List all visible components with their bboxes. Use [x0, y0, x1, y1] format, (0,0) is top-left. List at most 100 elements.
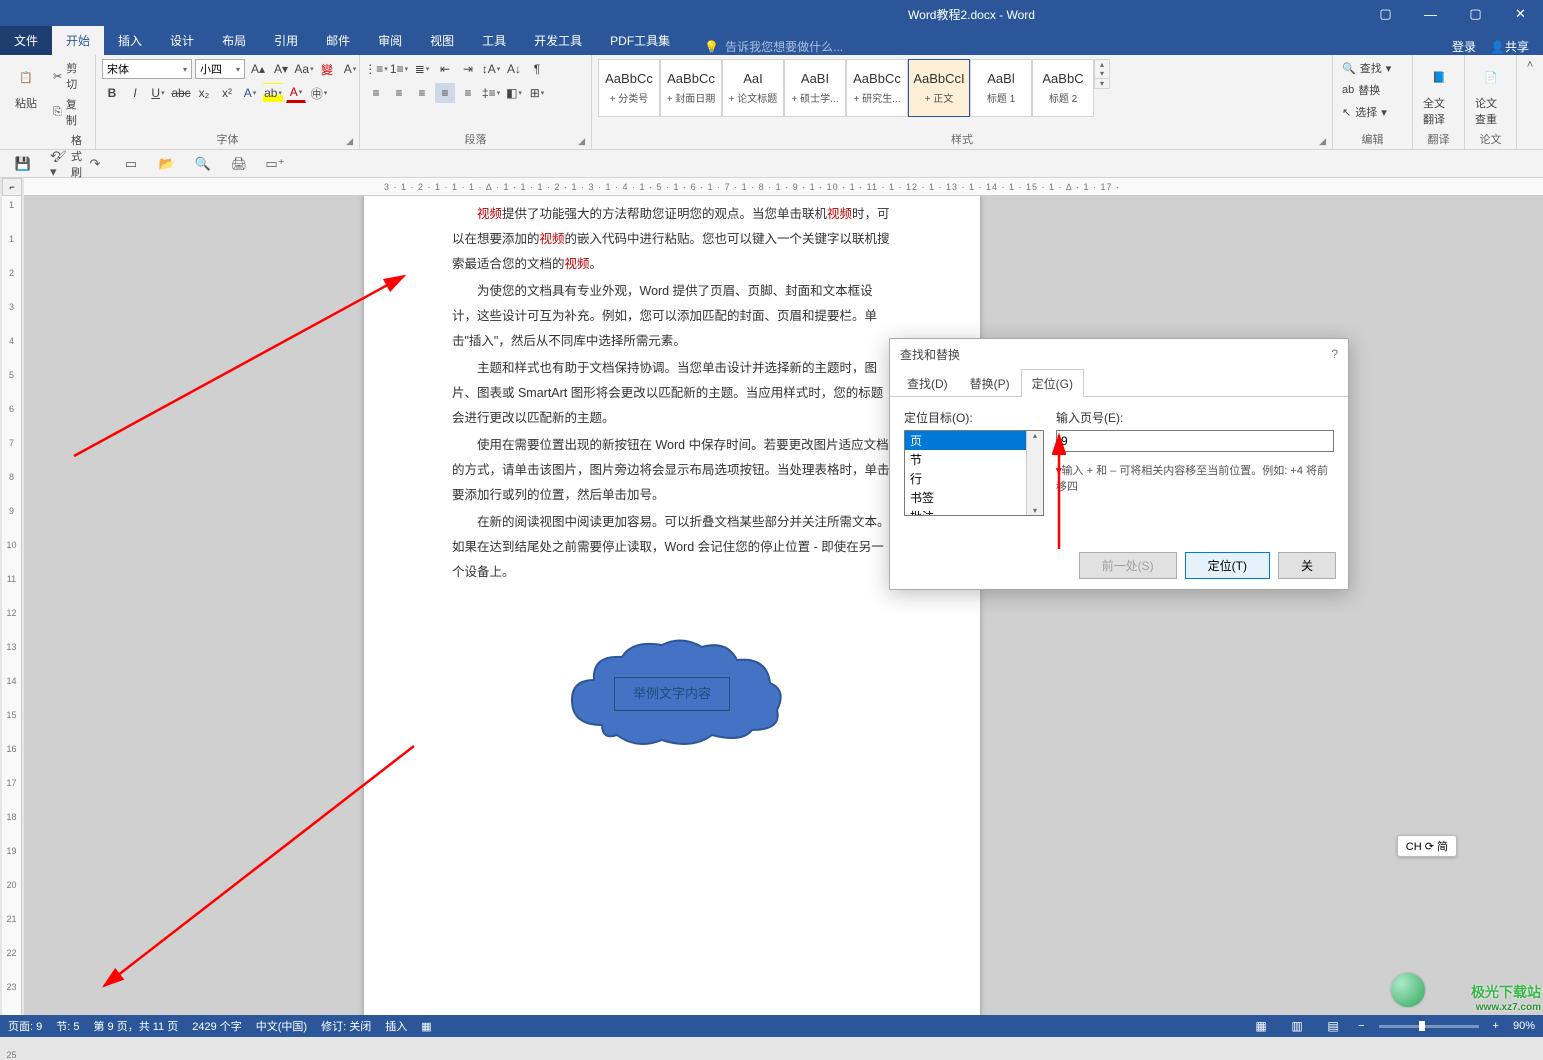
style-item[interactable]: AaBbCc+ 分类号 [598, 59, 660, 117]
dialog-tab-find[interactable]: 查找(D) [896, 369, 959, 397]
share-button[interactable]: 👤共享 [1490, 38, 1529, 55]
paragraph-4[interactable]: 使用在需要位置出现的新按钮在 Word 中保存时间。若要更改图片适应文档的方式，… [452, 433, 892, 508]
select-button[interactable]: ↖选择 ▾ [1339, 103, 1390, 121]
paste-button[interactable]: 📋 粘贴 [6, 59, 46, 113]
zoom-in-button[interactable]: + [1493, 1020, 1499, 1032]
goto-target-option[interactable]: 节 [905, 450, 1043, 469]
replace-button[interactable]: ab替换 [1339, 81, 1383, 99]
save-button[interactable]: 💾 [14, 155, 32, 173]
status-language[interactable]: 中文(中国) [256, 1018, 307, 1034]
zoom-level[interactable]: 90% [1513, 1020, 1535, 1032]
close-button[interactable]: ✕ [1498, 0, 1543, 28]
status-macro-icon[interactable]: ▦ [421, 1020, 431, 1033]
dialog-tab-goto[interactable]: 定位(G) [1021, 369, 1084, 397]
ribbon-display-options[interactable]: ▢ [1363, 0, 1408, 28]
print-preview-button[interactable]: 🔍 [194, 155, 212, 173]
style-item[interactable]: AaBbCc+ 研究生... [846, 59, 908, 117]
paragraph-2[interactable]: 为使您的文档具有专业外观，Word 提供了页眉、页脚、封面和文本框设计，这些设计… [452, 279, 892, 354]
cut-button[interactable]: ✂剪切 [50, 59, 89, 93]
tab-view[interactable]: 视图 [416, 26, 468, 55]
zoom-out-button[interactable]: − [1358, 1020, 1364, 1032]
style-item[interactable]: AaBl标题 1 [970, 59, 1032, 117]
shading-button[interactable]: ◧ [504, 83, 524, 103]
dialog-help-button[interactable]: ? [1331, 347, 1338, 361]
copy-button[interactable]: ⎘复制 [50, 95, 89, 129]
distribute-button[interactable]: ≡ [458, 83, 478, 103]
dialog-tab-replace[interactable]: 替换(P) [959, 369, 1021, 397]
maximize-button[interactable]: ▢ [1453, 0, 1498, 28]
paragraph-3[interactable]: 主题和样式也有助于文档保持协调。当您单击设计并选择新的主题时，图片、图表或 Sm… [452, 356, 892, 431]
status-page[interactable]: 页面: 9 [8, 1018, 42, 1034]
numbering-button[interactable]: 1≡ [389, 59, 409, 79]
page-number-input[interactable] [1056, 430, 1334, 452]
status-insert-mode[interactable]: 插入 [385, 1018, 407, 1034]
close-dialog-button[interactable]: 关 [1278, 552, 1336, 579]
paragraph-5[interactable]: 在新的阅读视图中阅读更加容易。可以折叠文档某些部分并关注所需文本。如果在达到结尾… [452, 510, 892, 585]
text-effects-button[interactable]: A [240, 83, 260, 103]
redo-button[interactable]: ↷ [86, 155, 104, 173]
tab-design[interactable]: 设计 [156, 26, 208, 55]
styles-gallery[interactable]: AaBbCc+ 分类号AaBbCc+ 封面日期AaI+ 论文标题AaBI+ 硕士… [598, 59, 1326, 129]
goto-button[interactable]: 定位(T) [1185, 552, 1270, 579]
tab-mail[interactable]: 邮件 [312, 26, 364, 55]
listbox-scrollbar[interactable]: ▴▾ [1026, 431, 1043, 515]
tab-references[interactable]: 引用 [260, 26, 312, 55]
superscript-button[interactable]: x² [217, 83, 237, 103]
multilevel-button[interactable]: ≣ [412, 59, 432, 79]
tab-developer[interactable]: 开发工具 [520, 26, 596, 55]
vertical-ruler[interactable]: 1123456789101112131415161718192021222324… [2, 196, 22, 1015]
goto-target-option[interactable]: 书签 [905, 488, 1043, 507]
shrink-font-button[interactable]: A▾ [271, 59, 291, 79]
styles-launcher[interactable]: ◢ [1319, 136, 1326, 147]
italic-button[interactable]: I [125, 83, 145, 103]
login-link[interactable]: 登录 [1452, 38, 1476, 55]
justify-button[interactable]: ≡ [435, 83, 455, 103]
horizontal-ruler[interactable]: 3 · 1 · 2 · 1 · 1 · 1 · ∆ · 1 · 1 · 1 · … [24, 178, 1543, 196]
new-button[interactable]: ▭ [122, 155, 140, 173]
cloud-textbox[interactable]: 举例文字内容 [614, 677, 730, 711]
highlight-button[interactable]: ab [263, 83, 283, 103]
text-direction-button[interactable]: ↕A [481, 59, 501, 79]
clear-formatting-button[interactable]: A [340, 59, 360, 79]
minimize-button[interactable]: — [1408, 0, 1453, 28]
font-launcher[interactable]: ◢ [346, 136, 353, 147]
grow-font-button[interactable]: A▴ [248, 59, 268, 79]
goto-target-option[interactable]: 批注 [905, 507, 1043, 516]
undo-button[interactable]: ↶ ▾ [50, 155, 68, 173]
sort-button[interactable]: A↓ [504, 59, 524, 79]
print-button[interactable]: 🖨 [230, 155, 248, 173]
status-section[interactable]: 节: 5 [56, 1018, 79, 1034]
phonetic-guide-button[interactable]: 變 [317, 59, 337, 79]
tab-file[interactable]: 文件 [0, 26, 52, 55]
print-layout-button[interactable]: ▥ [1286, 1017, 1308, 1035]
font-color-button[interactable]: A [286, 83, 306, 103]
find-button[interactable]: 🔍查找 ▾ [1339, 59, 1394, 77]
previous-button[interactable]: 前一处(S) [1079, 552, 1177, 579]
styles-more-button[interactable]: ▴▾▾ [1094, 59, 1110, 89]
align-right-button[interactable]: ≡ [412, 83, 432, 103]
tell-me-search[interactable]: 💡 告诉我您想要做什么... [704, 38, 843, 55]
font-family-combo[interactable]: 宋体▾ [102, 59, 192, 79]
open-button[interactable]: 📂 [158, 155, 176, 173]
ime-indicator[interactable]: CH ⟳ 简 [1397, 835, 1457, 857]
zoom-slider[interactable] [1379, 1025, 1479, 1028]
paragraph-1[interactable]: 视频提供了功能强大的方法帮助您证明您的观点。当您单击联机视频时，可以在想要添加的… [452, 202, 892, 277]
goto-target-option[interactable]: 行 [905, 469, 1043, 488]
underline-button[interactable]: U [148, 83, 168, 103]
document-page[interactable]: 视频提供了功能强大的方法帮助您证明您的观点。当您单击联机视频时，可以在想要添加的… [364, 196, 980, 1015]
translate-button[interactable]: 📘全文翻译 [1419, 59, 1459, 129]
change-case-button[interactable]: Aa [294, 59, 314, 79]
borders-button[interactable]: ⊞ [527, 83, 547, 103]
plagiarism-check-button[interactable]: 📄论文查重 [1471, 59, 1511, 129]
status-word-count[interactable]: 2429 个字 [192, 1018, 242, 1034]
enclose-button[interactable]: ㊥ [309, 83, 329, 103]
bullets-button[interactable]: ⋮≡ [366, 59, 386, 79]
bold-button[interactable]: B [102, 83, 122, 103]
align-center-button[interactable]: ≡ [389, 83, 409, 103]
show-marks-button[interactable]: ¶ [527, 59, 547, 79]
goto-target-listbox[interactable]: 页节行书签批注脚注▴▾ [904, 430, 1044, 516]
line-spacing-button[interactable]: ‡≡ [481, 83, 501, 103]
collapse-ribbon-button[interactable]: ˄ [1527, 59, 1533, 71]
status-page-of[interactable]: 第 9 页，共 11 页 [93, 1018, 178, 1034]
web-layout-button[interactable]: ▤ [1322, 1017, 1344, 1035]
